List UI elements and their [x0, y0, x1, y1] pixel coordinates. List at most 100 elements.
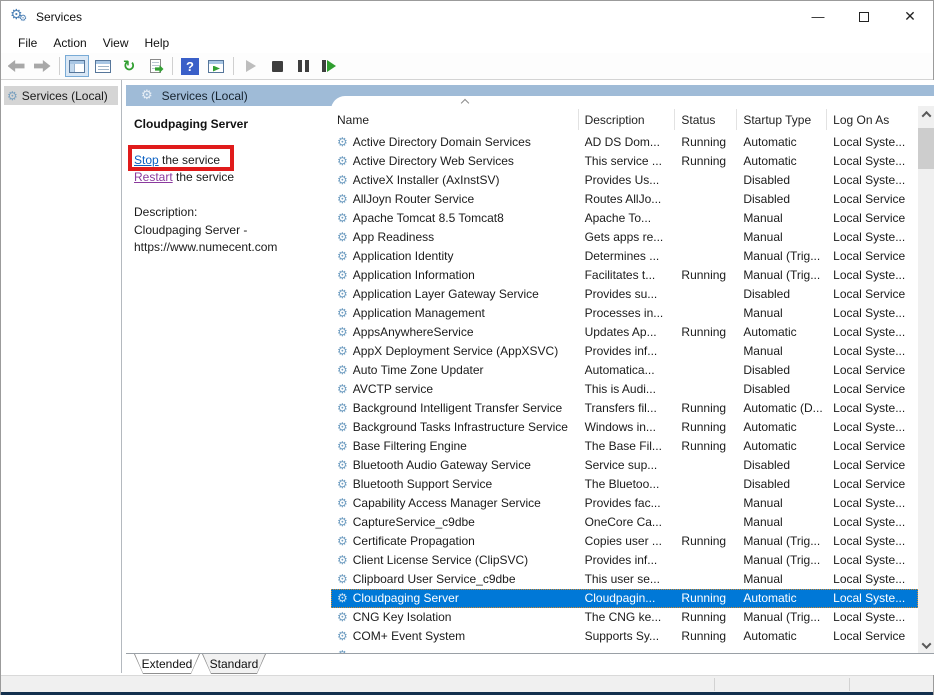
- menu-help[interactable]: Help: [137, 34, 178, 52]
- service-status-cell: Running: [675, 323, 737, 342]
- column-header-name[interactable]: Name: [331, 109, 579, 130]
- table-row[interactable]: ⚙CaptureService_c9dbeOneCore Ca...Manual…: [331, 513, 918, 532]
- service-status-cell: Running: [675, 589, 737, 608]
- back-button[interactable]: [4, 55, 28, 77]
- maximize-button[interactable]: [841, 1, 887, 32]
- service-status-cell: Running: [675, 399, 737, 418]
- menu-action[interactable]: Action: [45, 34, 94, 52]
- toolbar-separator: [59, 57, 60, 75]
- close-button[interactable]: ✕: [887, 1, 933, 32]
- table-row[interactable]: ⚙Auto Time Zone UpdaterAutomatica...Disa…: [331, 361, 918, 380]
- table-row[interactable]: ⚙AppX Deployment Service (AppXSVC)Provid…: [331, 342, 918, 361]
- table-row[interactable]: ⚙CNG Key IsolationThe CNG ke...RunningMa…: [331, 608, 918, 627]
- table-row[interactable]: ⚙Certificate PropagationCopies user ...R…: [331, 532, 918, 551]
- service-name-cell: ⚙App Readiness: [331, 228, 579, 247]
- service-startup-cell: Disabled: [737, 190, 827, 209]
- service-name-cell: ⚙Active Directory Domain Services: [331, 133, 579, 152]
- tab-extended[interactable]: Extended: [134, 654, 200, 674]
- service-gear-icon: ⚙: [337, 399, 348, 418]
- export-list-button[interactable]: [143, 55, 167, 77]
- table-row[interactable]: ⚙Application ManagementProcesses in...Ma…: [331, 304, 918, 323]
- table-row[interactable]: ⚙Application Layer Gateway ServiceProvid…: [331, 285, 918, 304]
- table-row[interactable]: ⚙Base Filtering EngineThe Base Fil...Run…: [331, 437, 918, 456]
- stop-service-button[interactable]: [265, 55, 289, 77]
- table-row[interactable]: ⚙AppsAnywhereServiceUpdates Ap...Running…: [331, 323, 918, 342]
- table-row[interactable]: ⚙Active Directory Domain ServicesAD DS D…: [331, 133, 918, 152]
- service-description-cell: Supports Sy...: [579, 627, 676, 646]
- service-gear-icon: ⚙: [337, 209, 348, 228]
- service-status-cell: [675, 361, 737, 380]
- table-row[interactable]: ⚙Active Directory Web ServicesThis servi…: [331, 152, 918, 171]
- scrollbar-thumb[interactable]: [918, 128, 934, 169]
- help-button[interactable]: ?: [178, 55, 202, 77]
- table-row[interactable]: ⚙Client License Service (ClipSVC)Provide…: [331, 551, 918, 570]
- table-row[interactable]: ⚙Clipboard User Service_c9dbeThis user s…: [331, 570, 918, 589]
- table-row[interactable]: ⚙Bluetooth Support ServiceThe Bluetoo...…: [331, 475, 918, 494]
- service-gear-icon: ⚙: [337, 513, 348, 532]
- menu-view[interactable]: View: [95, 34, 137, 52]
- table-row[interactable]: ⚙Cloudpaging ServerCloudpagin...RunningA…: [331, 589, 918, 608]
- restart-service-line: Restart the service: [134, 170, 234, 184]
- service-gear-icon: ⚙: [337, 247, 348, 266]
- service-status-cell: Running: [675, 418, 737, 437]
- service-logon-cell: Local Service: [827, 437, 918, 456]
- service-description-cell: Routes AllJo...: [579, 190, 676, 209]
- scroll-up-icon[interactable]: [918, 106, 934, 122]
- table-row[interactable]: ⚙App ReadinessGets apps re...ManualLocal…: [331, 228, 918, 247]
- service-name-cell: ⚙AppsAnywhereService: [331, 323, 579, 342]
- scroll-down-icon[interactable]: [918, 637, 934, 653]
- show-hide-action-pane-button[interactable]: [204, 55, 228, 77]
- table-row[interactable]: ⚙AllJoyn Router ServiceRoutes AllJo...Di…: [331, 190, 918, 209]
- tab-standard[interactable]: Standard: [202, 654, 266, 674]
- vertical-scrollbar[interactable]: [918, 106, 934, 653]
- minimize-button[interactable]: —: [795, 1, 841, 32]
- properties-button[interactable]: [91, 55, 115, 77]
- service-status-cell: Running: [675, 266, 737, 285]
- service-description-cell: This service ...: [579, 152, 676, 171]
- service-startup-cell: Automatic (D...: [737, 399, 827, 418]
- pause-service-icon: [298, 60, 309, 72]
- service-status-cell: Running: [675, 437, 737, 456]
- forward-button[interactable]: [30, 55, 54, 77]
- restart-service-link[interactable]: Restart: [134, 170, 173, 184]
- tree-item-services-local[interactable]: ⚙ Services (Local): [4, 86, 118, 105]
- service-description-cell: Automatica...: [579, 361, 676, 380]
- service-logon-cell: Local Syste...: [827, 532, 918, 551]
- title-bar: ⚙⚙ Services — ✕: [1, 1, 933, 32]
- table-row[interactable]: ⚙Application InformationFacilitates t...…: [331, 266, 918, 285]
- service-name-cell: ⚙Base Filtering Engine: [331, 437, 579, 456]
- list-column-headers: NameDescriptionStatusStartup TypeLog On …: [331, 106, 918, 133]
- service-name-cell: ⚙Bluetooth Support Service: [331, 475, 579, 494]
- start-service-button[interactable]: [239, 55, 263, 77]
- table-row[interactable]: ⚙Background Tasks Infrastructure Service…: [331, 418, 918, 437]
- service-gear-icon: ⚙: [337, 228, 348, 247]
- description-text: Cloudpaging Server - https://www.numecen…: [134, 222, 324, 256]
- table-row[interactable]: ⚙Apache Tomcat 8.5 Tomcat8Apache To...Ma…: [331, 209, 918, 228]
- pause-service-button[interactable]: [291, 55, 315, 77]
- table-row[interactable]: ⚙Background Intelligent Transfer Service…: [331, 399, 918, 418]
- table-row[interactable]: ⚙AVCTP serviceThis is Audi...DisabledLoc…: [331, 380, 918, 399]
- show-hide-console-tree-button[interactable]: [65, 55, 89, 77]
- services-node-icon: ⚙: [7, 90, 18, 102]
- table-row[interactable]: ⚙Bluetooth Audio Gateway ServiceService …: [331, 456, 918, 475]
- table-row[interactable]: ⚙COM+ Event SystemSupports Sy...RunningA…: [331, 627, 918, 646]
- table-row[interactable]: ⚙Capability Access Manager ServiceProvid…: [331, 494, 918, 513]
- column-header-description[interactable]: Description: [579, 109, 676, 130]
- column-header-status[interactable]: Status: [675, 109, 737, 130]
- service-description-cell: Determines ...: [579, 247, 676, 266]
- restart-service-button[interactable]: [317, 55, 341, 77]
- column-header-log-on-as[interactable]: Log On As: [827, 109, 918, 130]
- column-header-startup-type[interactable]: Startup Type: [737, 109, 827, 130]
- refresh-button[interactable]: ↻: [117, 55, 141, 77]
- menu-file[interactable]: File: [10, 34, 45, 52]
- status-bar-divider: [849, 678, 850, 691]
- table-row[interactable]: ⚙Application IdentityDetermines ...Manua…: [331, 247, 918, 266]
- service-logon-cell: Local Syste...: [827, 399, 918, 418]
- service-logon-cell: Local Service: [827, 475, 918, 494]
- service-gear-icon: ⚙: [337, 475, 348, 494]
- table-row-partial[interactable]: ⚙: [331, 646, 918, 653]
- service-logon-cell: Local Syste...: [827, 171, 918, 190]
- service-logon-cell: Local Syste...: [827, 133, 918, 152]
- table-row[interactable]: ⚙ActiveX Installer (AxInstSV)Provides Us…: [331, 171, 918, 190]
- service-status-cell: Running: [675, 152, 737, 171]
